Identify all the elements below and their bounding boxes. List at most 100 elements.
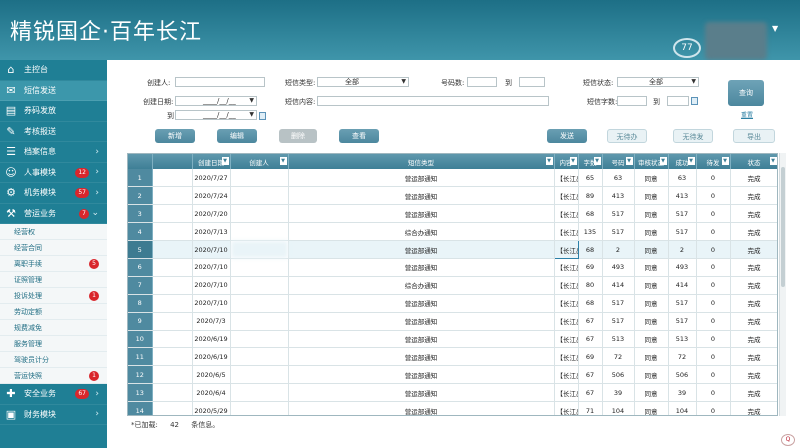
sidebar-item[interactable]: ▣ 财务模块 › (0, 405, 107, 425)
table-cell[interactable]: 同意 (634, 276, 669, 295)
table-cell[interactable]: 2020/7/10 (192, 258, 231, 277)
table-cell[interactable]: 【长江出租】营运部通知：经公司研究决定，7月26日至7月底对简报资料进行核查，8… (554, 186, 579, 206)
row-checkbox[interactable] (152, 276, 193, 295)
table-cell[interactable]: 0 (696, 383, 731, 403)
sidebar-item[interactable]: ⚙ 机务模块 57 › (0, 183, 107, 204)
table-cell[interactable]: 0 (696, 347, 731, 367)
table-row[interactable]: 8 2020/7/10 营运部通知【长江出租】营运部通知：经公司研究决定，7月12-… (128, 294, 777, 313)
table-cell[interactable]: 2020/5/29 (192, 401, 231, 415)
table-row[interactable]: 7 2020/7/10 综合办通知【长江出租】综合办通知：公司接成都市社保局最新通知… (128, 276, 777, 295)
column-filter-icon[interactable]: ▼ (625, 157, 633, 165)
table-cell[interactable]: 0 (696, 204, 731, 224)
table-cell[interactable]: 同意 (634, 222, 669, 242)
table-cell[interactable] (230, 222, 289, 242)
sidebar-item[interactable]: ✎ 考核报送 (0, 122, 107, 142)
table-cell[interactable]: 同意 (634, 169, 669, 188)
table-cell[interactable]: 2020/6/4 (192, 383, 231, 403)
sms-type-select[interactable]: 全部 ▼ (317, 77, 409, 87)
table-cell[interactable]: 2020/7/3 (192, 312, 231, 331)
submenu-item[interactable]: 劳动定额 (0, 304, 107, 320)
submenu-item[interactable]: 离职手续 5 (0, 256, 107, 272)
table-cell[interactable]: 营运部通知 (288, 258, 555, 277)
table-cell[interactable]: 0 (696, 240, 731, 259)
table-cell[interactable]: 506 (668, 365, 697, 385)
table-cell[interactable]: 【长江出租】营运部通知：经公司研究决定，7月12-18日规费免除1天，收取6天。… (554, 294, 579, 313)
table-cell[interactable]: 513 (602, 330, 635, 349)
column-filter-icon[interactable]: ▼ (687, 157, 695, 165)
table-cell[interactable]: 2 (602, 240, 635, 259)
table-cell[interactable]: 【长江出租】综合办通知：今年3月至6月份公司与成都市兴平医院开展了为期3个月的线… (554, 222, 579, 242)
table-cell[interactable]: 2020/7/13 (192, 222, 231, 242)
table-cell[interactable]: 67 (578, 383, 603, 403)
table-cell[interactable]: 68 (578, 204, 603, 224)
column-header[interactable]: 待发 ▼ (696, 154, 731, 169)
add-button[interactable]: 新增 (155, 129, 195, 143)
table-cell[interactable]: 完成 (730, 401, 777, 415)
row-checkbox[interactable] (152, 169, 193, 188)
row-checkbox[interactable] (152, 365, 193, 385)
table-cell[interactable]: 完成 (730, 222, 777, 242)
column-filter-icon[interactable]: ▼ (721, 157, 729, 165)
table-cell[interactable] (230, 383, 289, 403)
table-cell[interactable]: 517 (668, 294, 697, 313)
vertical-scrollbar[interactable] (779, 153, 786, 416)
table-cell[interactable]: 69 (578, 258, 603, 277)
column-filter-icon[interactable]: ▼ (569, 157, 577, 165)
table-cell[interactable]: 517 (602, 312, 635, 331)
table-cell[interactable]: 0 (696, 312, 731, 331)
table-cell[interactable] (230, 240, 289, 259)
table-cell[interactable] (230, 330, 289, 349)
column-filter-icon[interactable]: ▼ (769, 157, 777, 165)
table-cell[interactable]: 完成 (730, 347, 777, 367)
content-input[interactable] (317, 96, 549, 106)
table-cell[interactable]: 完成 (730, 294, 777, 313)
table-cell[interactable]: 同意 (634, 312, 669, 331)
user-menu-chevron-icon[interactable]: ▼ (772, 24, 778, 33)
table-cell[interactable]: 完成 (730, 204, 777, 224)
table-cell[interactable]: 72 (668, 347, 697, 367)
table-cell[interactable]: 完成 (730, 312, 777, 331)
row-checkbox[interactable] (152, 258, 193, 277)
search-corner-icon[interactable]: Q (781, 434, 795, 446)
table-cell[interactable]: 2020/6/5 (192, 365, 231, 385)
table-cell[interactable] (230, 258, 289, 277)
table-cell[interactable]: 营运部通知 (288, 240, 555, 259)
table-cell[interactable]: 0 (696, 258, 731, 277)
table-cell[interactable]: 【长江出租】营运部通知：经公司研究决定，为不断调研无驾卡，请务必在简单时1月与7… (554, 169, 579, 188)
table-row[interactable]: 14 2020/5/29 营运部通知【长江出租】营运部通知：经统计，您2020/04… (128, 401, 777, 415)
column-filter-icon[interactable]: ▼ (659, 157, 667, 165)
table-row[interactable]: 11 2020/6/19 营运部通知【长江出租】营运部通知：经统计，您202006继… (128, 347, 777, 367)
table-cell[interactable]: 完成 (730, 365, 777, 385)
table-cell[interactable]: 【长江出租】营运部通知：经统计，您2020/04继续教育培训还未学习完，请于5月… (554, 401, 579, 415)
row-checkbox[interactable] (152, 222, 193, 242)
table-row[interactable]: 1 2020/7/27 营运部通知【长江出租】营运部通知：经公司研究决定，为不断调研… (128, 169, 777, 188)
row-checkbox[interactable] (152, 383, 193, 403)
table-cell[interactable]: 493 (602, 258, 635, 277)
table-cell[interactable]: 同意 (634, 383, 669, 403)
table-cell[interactable]: 2020/7/10 (192, 276, 231, 295)
table-cell[interactable]: 同意 (634, 186, 669, 206)
table-cell[interactable]: 同意 (634, 401, 669, 415)
table-cell[interactable]: 2020/7/10 (192, 294, 231, 313)
table-cell[interactable]: 完成 (730, 276, 777, 295)
column-filter-icon[interactable]: ▼ (593, 157, 601, 165)
no-pending-button[interactable]: 无待办 (607, 129, 647, 143)
table-cell[interactable]: 414 (602, 276, 635, 295)
row-checkbox[interactable] (152, 330, 193, 349)
column-header[interactable]: 创建日期 ▼ (192, 154, 231, 169)
table-cell[interactable]: 67 (578, 330, 603, 349)
table-row[interactable]: 6 2020/7/10 营运部通知【长江出租】营运部通知：因疫情影响，3月份前未开展… (128, 258, 777, 277)
export-button[interactable]: 导出 (733, 129, 775, 143)
submenu-item[interactable]: 经营权 (0, 224, 107, 240)
table-cell[interactable]: 68 (578, 240, 603, 259)
table-row[interactable]: 2 2020/7/24 营运部通知【长江出租】营运部通知：经公司研究决定，7月26日… (128, 186, 777, 206)
table-cell[interactable]: 【长江出租】营运部通知：您2020/05继续教育培训还未学习完，并尽快完成学习，… (554, 383, 579, 403)
select-all-header[interactable] (152, 154, 193, 169)
edit-button[interactable]: 编辑 (217, 129, 257, 143)
words-to-input[interactable] (667, 96, 689, 106)
table-cell[interactable]: 营运部通知 (288, 204, 555, 224)
sidebar-item[interactable]: ✚ 安全业务 67 › (0, 384, 107, 405)
table-cell[interactable] (230, 204, 289, 224)
table-cell[interactable]: 0 (696, 222, 731, 242)
row-checkbox[interactable] (152, 240, 193, 259)
